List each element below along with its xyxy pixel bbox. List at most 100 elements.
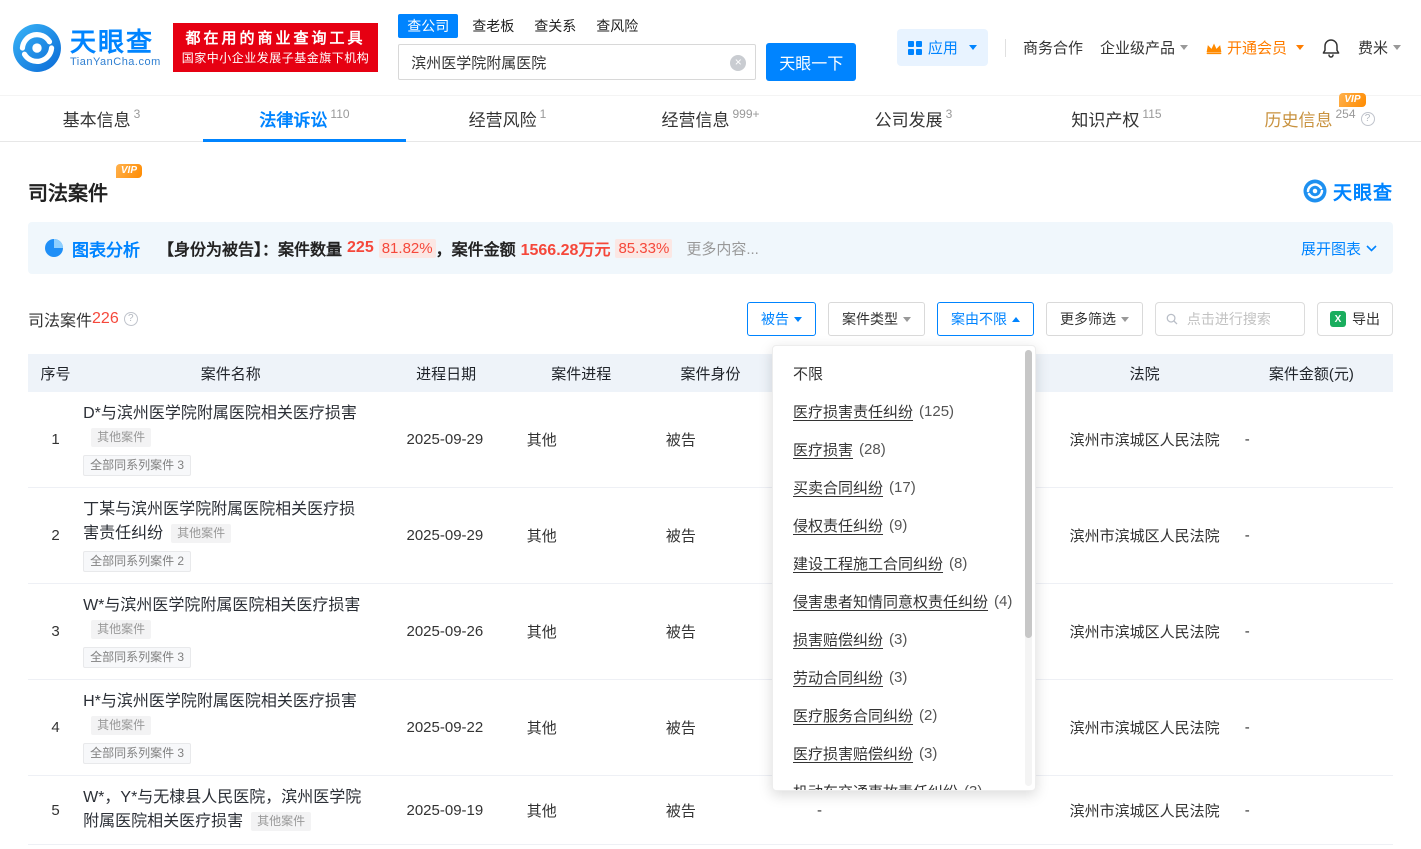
apps-label: 应用 — [928, 37, 958, 58]
table-search-input[interactable] — [1185, 310, 1294, 328]
user-menu[interactable]: 费米 — [1358, 37, 1401, 58]
filter-button[interactable]: 案由不限 — [937, 302, 1034, 336]
case-name-link[interactable]: W*与滨州医学院附属医院相关医疗损害其他案件 — [83, 594, 364, 642]
dropdown-item[interactable]: 侵害患者知情同意权责任纠纷 (4) — [773, 582, 1035, 620]
page-title: 司法案件 — [28, 183, 108, 205]
cell-case-name: W*与滨州医学院附属医院相关医疗损害其他案件全部同系列案件 3 — [83, 584, 378, 680]
top-right-nav: 应用 商务合作 企业级产品 开通会员 费米 — [897, 29, 1401, 66]
open-vip-link[interactable]: 开通会员 — [1205, 37, 1304, 58]
filter-button[interactable]: 案件类型 — [828, 302, 925, 336]
nav-tab-count: 1 — [540, 107, 547, 121]
notifications-button[interactable] — [1321, 38, 1341, 58]
table-header-cell: 案件名称 — [83, 354, 378, 392]
cell-amount: - — [1230, 392, 1393, 488]
export-button[interactable]: X 导出 — [1317, 302, 1393, 336]
nav-tab[interactable]: 经营风险1 — [406, 96, 609, 141]
dropdown-item[interactable]: 医疗损害责任纠纷(125) — [773, 392, 1035, 430]
dropdown-item[interactable]: 侵权责任纠纷(9) — [773, 506, 1035, 544]
case-type-tag: 其他案件 — [91, 620, 151, 639]
table-body: 1D*与滨州医学院附属医院相关医疗损害其他案件全部同系列案件 32025-09-… — [28, 392, 1393, 845]
nav-tab[interactable]: 历史信息VIP254? — [1218, 96, 1421, 141]
nav-tab-label: 历史信息 — [1264, 106, 1332, 131]
table-search-box[interactable] — [1155, 302, 1305, 336]
case-type-tag: 其他案件 — [91, 428, 151, 447]
series-tag[interactable]: 全部同系列案件 3 — [83, 743, 191, 764]
dropdown-item-name: 医疗损害 — [793, 439, 853, 460]
bell-icon — [1321, 38, 1341, 58]
cell-identity: 被告 — [649, 488, 772, 584]
case-table: 序号案件名称进程日期案件进程案件身份法院案件金额(元) 1D*与滨州医学院附属医… — [28, 354, 1393, 845]
cell-progress: 其他 — [514, 488, 649, 584]
cell-progress: 其他 — [514, 776, 649, 845]
logo[interactable]: 天眼查 TianYanCha.com — [12, 23, 161, 73]
dropdown-item[interactable]: 医疗损害 (28) — [773, 430, 1035, 468]
logo-icon — [1303, 179, 1327, 203]
biz-cooperation-link[interactable]: 商务合作 — [1023, 37, 1083, 58]
dropdown-scrollbar-thumb[interactable] — [1025, 350, 1032, 638]
search-tab[interactable]: 查风险 — [596, 16, 638, 36]
cell-index: 2 — [28, 488, 83, 584]
dropdown-item-count: (4) — [994, 593, 1012, 610]
more-content-link[interactable]: 更多内容... — [686, 238, 759, 259]
help-icon[interactable]: ? — [124, 312, 138, 326]
dropdown-item[interactable]: 劳动合同纠纷(3) — [773, 658, 1035, 696]
filter-title: 司法案件 — [28, 307, 92, 331]
crown-icon — [1205, 41, 1223, 55]
promo-banner: 都在用的商业查询工具 国家中小企业发展子基金旗下机构 — [173, 23, 379, 72]
nav-tab[interactable]: 公司发展3 — [812, 96, 1015, 141]
search-button[interactable]: 天眼一下 — [766, 43, 856, 81]
case-name-link[interactable]: H*与滨州医学院附属医院相关医疗损害其他案件 — [83, 690, 364, 738]
logo-icon — [12, 23, 62, 73]
search-tab[interactable]: 查老板 — [472, 16, 514, 36]
vip-badge: VIP — [1339, 93, 1365, 107]
dropdown-item[interactable]: 机动车交通事故责任纠纷(3) — [773, 772, 1035, 791]
dropdown-item[interactable]: 买卖合同纠纷(17) — [773, 468, 1035, 506]
series-tag-wrap: 全部同系列案件 3 — [83, 456, 364, 477]
case-name-link[interactable]: D*与滨州医学院附属医院相关医疗损害其他案件 — [83, 402, 364, 450]
chevron-down-icon — [1366, 245, 1377, 252]
cause-dropdown: 不限医疗损害责任纠纷(125) 医疗损害 (28) 买卖合同纠纷(17)侵权责任纠纷(… — [772, 345, 1036, 791]
search-tab[interactable]: 查关系 — [534, 16, 576, 36]
analysis-prefix: 【身份为被告】：案件数量 — [158, 236, 342, 260]
filter-button[interactable]: 更多筛选 — [1046, 302, 1143, 336]
cell-amount: - — [1230, 584, 1393, 680]
series-tag-wrap: 全部同系列案件 3 — [83, 744, 364, 765]
info-icon[interactable]: ? — [1361, 112, 1375, 126]
nav-tab[interactable]: 法律诉讼110 — [203, 96, 406, 141]
user-label: 费米 — [1358, 37, 1388, 58]
expand-chart-link[interactable]: 展开图表 — [1301, 238, 1377, 259]
filter-button[interactable]: 被告 — [747, 302, 816, 336]
table-header-cell: 案件身份 — [649, 354, 772, 392]
dropdown-item[interactable]: 医疗服务合同纠纷(2) — [773, 696, 1035, 734]
nav-tab[interactable]: 经营信息999+ — [609, 96, 812, 141]
case-name-link[interactable]: 丁某与滨州医学院附属医院相关医疗损害责任纠纷其他案件 — [83, 498, 364, 546]
cell-case-name: W*，Y*与无棣县人民医院，滨州医学院附属医院相关医疗损害其他案件 — [83, 776, 378, 845]
dropdown-item[interactable]: 不限 — [773, 354, 1035, 392]
dropdown-item-name: 机动车交通事故责任纠纷 — [793, 781, 958, 792]
search-tab[interactable]: 查公司 — [398, 14, 458, 38]
dropdown-item[interactable]: 损害赔偿纠纷(3) — [773, 620, 1035, 658]
series-tag[interactable]: 全部同系列案件 3 — [83, 455, 191, 476]
company-search-input[interactable] — [399, 45, 755, 79]
promo-line1: 都在用的商业查询工具 — [182, 28, 370, 49]
series-tag[interactable]: 全部同系列案件 2 — [83, 551, 191, 572]
dropdown-item-name: 侵害患者知情同意权责任纠纷 — [793, 591, 988, 612]
nav-tab[interactable]: 知识产权115 — [1015, 96, 1218, 141]
search-icon — [1166, 312, 1178, 326]
dropdown-item[interactable]: 医疗损害赔偿纠纷(3) — [773, 734, 1035, 772]
case-name-link[interactable]: W*，Y*与无棣县人民医院，滨州医学院附属医院相关医疗损害其他案件 — [83, 786, 364, 834]
cell-amount: - — [1230, 488, 1393, 584]
enterprise-product-menu[interactable]: 企业级产品 — [1100, 37, 1188, 58]
table-row: 2丁某与滨州医学院附属医院相关医疗损害责任纠纷其他案件全部同系列案件 22025… — [28, 488, 1393, 584]
filter-button-label: 案件类型 — [842, 309, 898, 329]
analysis-label[interactable]: 图表分析 — [72, 236, 140, 261]
search-tabs: 查公司查老板查关系查风险 — [398, 14, 856, 38]
caret-down-icon — [1296, 45, 1304, 50]
series-tag[interactable]: 全部同系列案件 3 — [83, 647, 191, 668]
dropdown-item-count: (28) — [859, 441, 886, 458]
nav-tab[interactable]: 基本信息3 — [0, 96, 203, 141]
apps-button[interactable]: 应用 — [897, 29, 988, 66]
dropdown-scrollbar[interactable] — [1025, 350, 1032, 786]
dropdown-item[interactable]: 建设工程施工合同纠纷(8) — [773, 544, 1035, 582]
nav-tab-count: 115 — [1142, 107, 1161, 121]
